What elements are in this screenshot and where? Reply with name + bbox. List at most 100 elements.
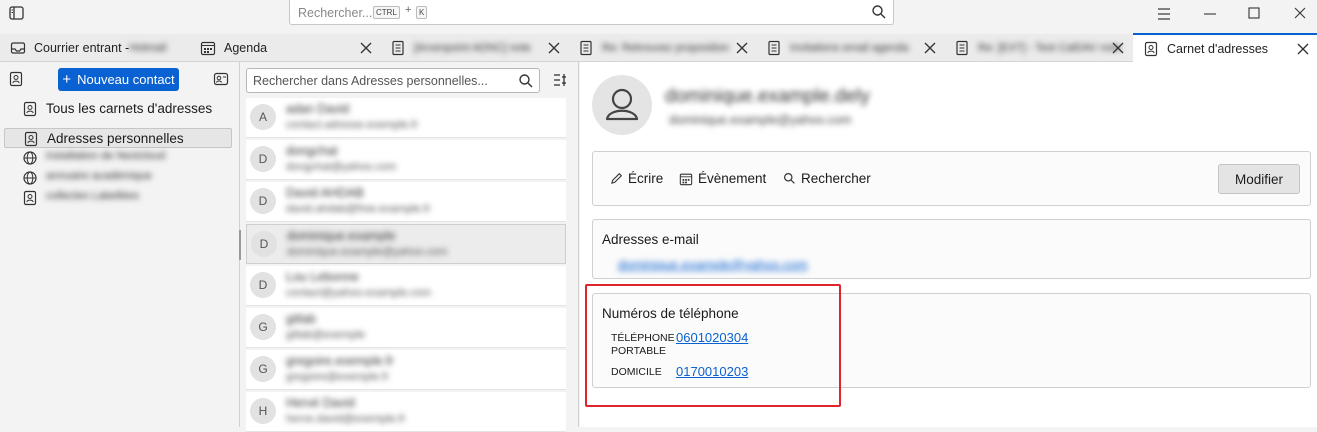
list-view-options-icon[interactable] [552, 72, 568, 88]
search-messages-button[interactable]: Rechercher [783, 171, 871, 186]
tab-address-book[interactable]: Carnet d'adresses [1133, 33, 1317, 62]
contact-list-item[interactable]: D David AHDAB david.ahdab@free.example.f… [246, 182, 566, 222]
contact-name: gitlab [286, 312, 316, 326]
address-book-icon [22, 101, 38, 117]
close-window-icon[interactable] [1290, 4, 1310, 24]
contact-list-item[interactable]: H Hervé David herve.david@exemple.fr [246, 392, 566, 432]
contact-name: Hervé David [286, 396, 355, 410]
tab-message-4-label: Re: [EXT] - Test CalDAV note [978, 42, 1122, 54]
address-book-remote-2[interactable]: annuaire académique [0, 168, 234, 188]
contact-actions-bar: Écrire Évènement Rechercher Modifier [592, 151, 1311, 206]
calendar-icon [200, 40, 216, 56]
new-contact-button[interactable]: + Nouveau contact [58, 68, 179, 91]
tab-inbox[interactable]: Courrier entrant - Hotmail [0, 34, 190, 62]
tab-message-1-label: [Arvenpoint ADNC] note [414, 42, 531, 54]
event-button[interactable]: Évènement [679, 171, 766, 186]
sidebar-toggle-icon[interactable] [8, 4, 26, 22]
contact-email: gregoire@exemple.fr [286, 371, 389, 383]
close-tab-icon[interactable] [734, 40, 750, 56]
address-book-icon [22, 190, 38, 206]
contact-email: david.ahdab@free.example.fr [286, 203, 431, 215]
contact-email: contact@yahoo.example.com [286, 287, 432, 299]
contact-list-item[interactable]: D Lou Lebonne contact@yahoo.example.com [246, 266, 566, 306]
message-icon [766, 40, 782, 56]
maximize-icon[interactable] [1244, 4, 1264, 24]
contact-list-item[interactable]: D dongchat dongchat@yahoo.com [246, 140, 566, 180]
tab-address-book-label: Carnet d'adresses [1167, 41, 1269, 56]
minimize-icon[interactable] [1200, 4, 1220, 24]
tab-bar: Courrier entrant - Hotmail Agenda [Arven… [0, 33, 1317, 62]
inbox-icon [10, 40, 26, 56]
close-tab-icon[interactable] [1110, 40, 1126, 56]
write-button[interactable]: Écrire [610, 171, 663, 186]
edit-contact-button[interactable]: Modifier [1218, 164, 1300, 194]
close-tab-icon[interactable] [1295, 41, 1311, 57]
address-book-label: installation de Nextcloud [46, 150, 166, 162]
event-label: Évènement [698, 171, 767, 186]
annotation-highlight-box [585, 284, 841, 407]
shortcut-ctrl-key: CTRL [373, 6, 400, 19]
tab-message-3[interactable]: Invitations email agenda [756, 34, 944, 62]
contact-photo-avatar [592, 75, 652, 135]
tab-calendar-label: Agenda [224, 41, 268, 55]
message-icon [390, 40, 406, 56]
global-search-input[interactable]: Rechercher... CTRL + K [289, 0, 894, 25]
shortcut-plus: + [405, 4, 412, 16]
contact-display-name: dominique.example.dely [665, 86, 870, 107]
address-book-label: Adresses personnelles [47, 131, 184, 146]
title-bar: Rechercher... CTRL + K [0, 0, 1317, 32]
search-icon [518, 73, 534, 89]
contact-display-email: dominique.example@yahoo.com [669, 113, 852, 127]
tab-message-2-label: Re: Retrouvez proposition [602, 42, 730, 54]
address-book-label: annuaire académique [46, 170, 152, 182]
contact-list-item[interactable]: G gitlab gitlab@exemple [246, 308, 566, 348]
address-book-personal[interactable]: Adresses personnelles [4, 128, 232, 148]
contact-card-icon[interactable] [213, 71, 229, 87]
contact-search-input[interactable]: Rechercher dans Adresses personnelles... [246, 68, 540, 93]
contact-name: Lou Lebonne [286, 270, 359, 284]
close-tab-icon[interactable] [358, 40, 374, 56]
contact-list-item-selected[interactable]: D dominique.example dominique.example@ya… [246, 224, 566, 264]
tab-message-2[interactable]: Re: Retrouvez proposition [568, 34, 756, 62]
pencil-icon [610, 172, 623, 185]
close-tab-icon[interactable] [922, 40, 938, 56]
contact-avatar: D [251, 231, 277, 257]
contact-email: dongchat@yahoo.com [286, 161, 397, 173]
shortcut-k-key: K [416, 6, 428, 19]
message-icon [954, 40, 970, 56]
contact-name: David AHDAB [286, 186, 364, 200]
tab-message-3-label: Invitations email agenda [790, 42, 909, 54]
search-icon[interactable] [871, 4, 887, 20]
address-book-icon [1143, 41, 1159, 57]
address-book-all[interactable]: Tous les carnets d'adresses [0, 99, 234, 119]
contact-avatar: D [250, 188, 276, 214]
contact-email: dominique.example@yahoo.com [287, 246, 448, 258]
address-book-remote-1[interactable]: installation de Nextcloud [0, 148, 234, 168]
address-books-pane: + Nouveau contact Tous les carnets d'adr… [0, 62, 240, 427]
contact-list-item[interactable]: A adan David contact.adresse.exemple.fr [246, 98, 566, 138]
contact-list-item[interactable]: G gregoire.exemple.fr gregoire@exemple.f… [246, 350, 566, 390]
tab-message-4[interactable]: Re: [EXT] - Test CalDAV note [944, 34, 1132, 62]
address-book-icon [23, 131, 39, 147]
search-label: Rechercher [801, 171, 871, 186]
contact-email: gitlab@exemple [286, 329, 366, 341]
contact-name: dongchat [286, 144, 338, 158]
contact-email-link[interactable]: dominique.example@yahoo.com [618, 257, 808, 272]
global-search-placeholder: Rechercher... [298, 6, 373, 20]
contact-name: adan David [286, 102, 350, 116]
close-tab-icon[interactable] [546, 40, 562, 56]
new-address-book-icon[interactable] [8, 71, 24, 87]
address-book-label: Tous les carnets d'adresses [46, 101, 213, 116]
hamburger-menu-icon[interactable] [1154, 4, 1174, 24]
contact-search-placeholder: Rechercher dans Adresses personnelles... [253, 74, 488, 88]
email-section-title: Adresses e-mail [602, 232, 699, 247]
tab-inbox-label: Courrier entrant - [34, 41, 130, 55]
contact-avatar: D [250, 146, 276, 172]
globe-icon [22, 170, 38, 186]
write-label: Écrire [628, 171, 664, 186]
email-section-card: Adresses e-mail dominique.example@yahoo.… [592, 219, 1311, 279]
plus-icon: + [62, 71, 72, 88]
tab-message-1[interactable]: [Arvenpoint ADNC] note [380, 34, 568, 62]
address-book-collected[interactable]: collectes Labellées [0, 188, 234, 208]
tab-calendar[interactable]: Agenda [190, 34, 380, 62]
